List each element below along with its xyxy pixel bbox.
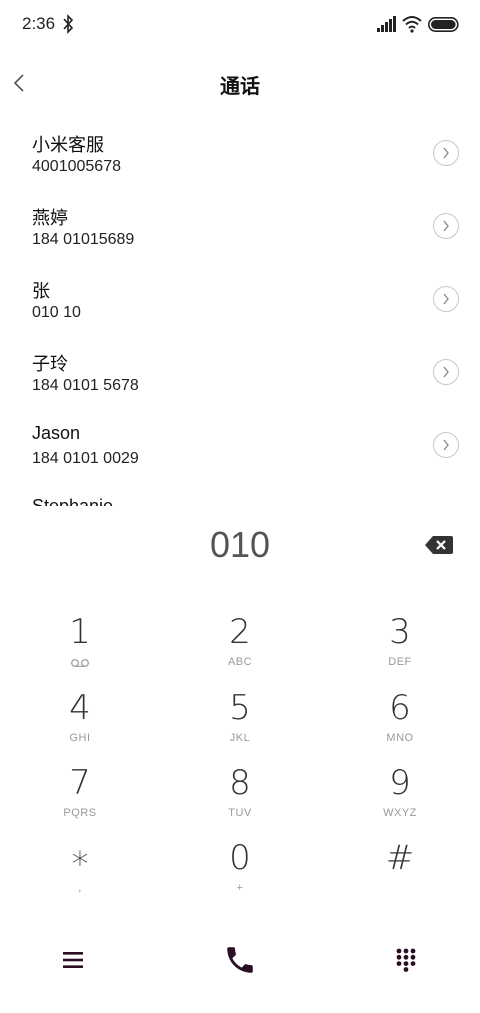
status-time: 2:36 (22, 14, 56, 33)
dial-display: 010 (0, 520, 480, 576)
key-star[interactable]: ∗ , (20, 834, 140, 904)
contact-number: 184 01015689 (32, 231, 135, 248)
status-bar: 2:36 (0, 0, 480, 52)
contact-item[interactable]: 子玲 184 0101 5678 (0, 341, 480, 414)
menu-button[interactable] (51, 938, 95, 982)
menu-icon (63, 952, 83, 968)
dialpad-button[interactable] (384, 938, 428, 982)
key-letters: PQRS (63, 807, 97, 819)
key-digit: 6 (389, 688, 411, 728)
contact-name: 张 (32, 281, 50, 301)
contact-number: 184 0101 0029 (32, 450, 139, 467)
voicemail-icon (71, 659, 89, 667)
contact-list[interactable]: 小米客服 4001005678 燕婷 184 01015689 张 010 10… (0, 122, 480, 506)
page-title: 通话 (220, 74, 260, 98)
chevron-right-icon (443, 147, 449, 159)
key-digit: 4 (69, 688, 91, 728)
key-7[interactable]: 7 PQRS (20, 759, 140, 829)
key-digit: 0 (229, 838, 251, 878)
key-4[interactable]: 4 GHI (20, 684, 140, 754)
key-9[interactable]: 9 WXYZ (340, 759, 460, 829)
key-1[interactable]: 1 (20, 608, 140, 678)
key-letters: WXYZ (383, 807, 417, 819)
key-letters: MNO (386, 732, 414, 744)
dialpad-icon (396, 948, 416, 972)
contact-name: 子玲 (32, 354, 68, 374)
bluetooth-icon (63, 14, 74, 34)
key-2[interactable]: 2 ABC (180, 608, 300, 678)
key-letters: , (78, 882, 82, 894)
contact-name: 小米客服 (32, 135, 104, 155)
key-hash[interactable]: # (340, 834, 460, 904)
contact-item[interactable]: 小米客服 4001005678 (0, 122, 480, 195)
key-digit: 1 (69, 612, 91, 652)
contact-detail-button[interactable] (433, 140, 459, 166)
keypad: 1 2 ABC 3 DEF 4 GHI 5 JKL 6 MNO 7 PQRS 8… (0, 608, 480, 908)
key-letters: ABC (227, 656, 253, 668)
key-letters: TUV (228, 807, 252, 819)
key-letters: DEF (388, 656, 412, 668)
key-digit: ∗ (69, 838, 91, 878)
wifi-icon (402, 16, 422, 33)
contact-number: 4001005678 (32, 158, 121, 175)
key-5[interactable]: 5 JKL (180, 684, 300, 754)
key-0[interactable]: 0 + (180, 834, 300, 904)
contact-name: 燕婷 (32, 208, 68, 228)
contact-detail-button[interactable] (433, 286, 459, 312)
key-digit: 9 (389, 763, 411, 803)
key-digit: 8 (229, 763, 251, 803)
call-button[interactable] (218, 938, 262, 982)
key-letters: GHI (69, 732, 91, 744)
contact-item[interactable]: 张 010 10 (0, 268, 480, 341)
contact-detail-button[interactable] (433, 432, 459, 458)
key-3[interactable]: 3 DEF (340, 608, 460, 678)
key-digit: 3 (389, 612, 411, 652)
contact-item[interactable]: Jason 184 0101 0029 (0, 414, 480, 487)
backspace-button[interactable] (424, 534, 454, 556)
phone-call-icon (227, 947, 253, 973)
dial-input[interactable]: 010 (0, 524, 480, 566)
key-8[interactable]: 8 TUV (180, 759, 300, 829)
key-letters: JKL (229, 732, 251, 744)
battery-icon (428, 17, 459, 32)
header: 通话 (0, 52, 480, 112)
contact-detail-button[interactable] (433, 359, 459, 385)
contact-name: Jason (32, 423, 81, 443)
key-digit: 2 (229, 612, 251, 652)
backspace-icon (425, 536, 453, 554)
chevron-right-icon (443, 366, 449, 378)
contact-detail-button[interactable] (433, 213, 459, 239)
chevron-right-icon (443, 220, 449, 232)
chevron-right-icon (443, 293, 449, 305)
key-digit: 7 (69, 763, 91, 803)
key-digit: # (385, 838, 415, 878)
contact-item[interactable]: 燕婷 184 01015689 (0, 195, 480, 268)
contact-name: Stephanie (32, 496, 114, 506)
bottom-bar (0, 930, 480, 990)
contact-number: 010 10 (32, 304, 81, 321)
contact-number: 184 0101 5678 (32, 377, 139, 394)
chevron-right-icon (443, 439, 449, 451)
key-digit: 5 (229, 688, 251, 728)
contact-item[interactable]: Stephanie (0, 487, 480, 506)
signal-icon (377, 16, 396, 32)
key-letters: + (236, 882, 244, 894)
key-6[interactable]: 6 MNO (340, 684, 460, 754)
